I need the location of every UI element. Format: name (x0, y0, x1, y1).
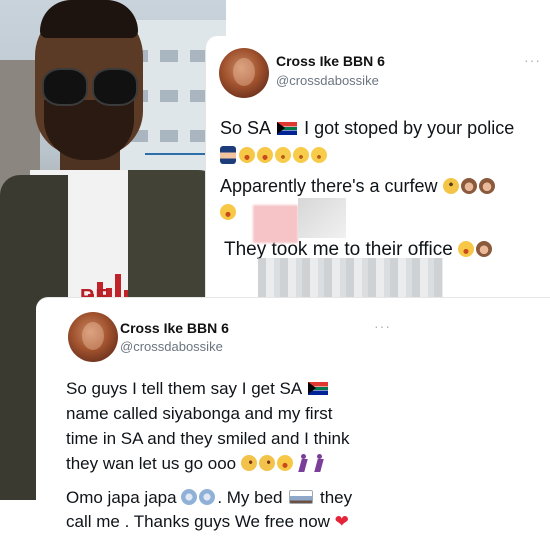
dancing-person-icon (298, 454, 308, 472)
tweet-line: time in SA and they smiled and I think (66, 429, 350, 448)
dashing-away-icon (199, 489, 216, 505)
bed-icon (289, 490, 314, 504)
display-name[interactable]: Cross Ike BBN 6 (276, 53, 385, 69)
grinning-face-icon (311, 147, 327, 163)
pleading-face-icon (442, 178, 459, 194)
emoji-line (220, 202, 238, 223)
handle[interactable]: @crossdabossike (120, 339, 223, 354)
tweet-line: So SA I got stoped by your police (220, 118, 515, 138)
emoji-line (220, 145, 329, 166)
tweet-line: they wan let us go ooo (66, 454, 327, 474)
red-heart-icon: ❤ (334, 512, 349, 531)
hair (40, 0, 138, 38)
tweet-card-2[interactable]: Cross Ike BBN 6 @crossdabossike ··· So g… (36, 297, 550, 540)
south-africa-flag-icon (308, 382, 329, 395)
see-no-evil-monkey-icon (476, 241, 493, 257)
tears-of-joy-icon (220, 204, 236, 220)
handle[interactable]: @crossdabossike (276, 73, 379, 88)
display-name[interactable]: Cross Ike BBN 6 (120, 320, 229, 336)
tweet-line: call me . Thanks guys We free now ❤ (66, 512, 349, 531)
grinning-face-icon (293, 147, 309, 163)
tears-of-joy-icon (458, 241, 475, 257)
tears-of-joy-icon (276, 455, 293, 471)
more-options-icon[interactable]: ··· (374, 318, 391, 334)
avatar[interactable] (219, 48, 269, 98)
see-no-evil-monkey-icon (478, 178, 495, 194)
tears-of-joy-icon (239, 147, 255, 163)
police-officer-icon (220, 146, 236, 164)
see-no-evil-monkey-icon (460, 178, 477, 194)
south-africa-flag-icon (277, 122, 298, 135)
tweet-line: Omo japa japa . My bed they (66, 488, 353, 507)
more-options-icon[interactable]: ··· (524, 52, 541, 68)
zany-face-icon (240, 455, 257, 471)
avatar[interactable] (68, 312, 118, 362)
divider (145, 153, 208, 155)
tweet-line: So guys I tell them say I get SA (66, 379, 330, 399)
tears-of-joy-icon (257, 147, 273, 163)
sunglasses (42, 68, 138, 106)
grinning-face-icon (275, 147, 291, 163)
dashing-away-icon (181, 489, 198, 505)
blur-overlay (258, 258, 443, 302)
blur-overlay (253, 205, 298, 243)
tweet-line: Apparently there's a curfew (220, 176, 497, 197)
tweet-line: name called siyabonga and my first (66, 404, 333, 423)
dancing-person-icon (314, 454, 324, 472)
zany-face-icon (258, 455, 275, 471)
blur-overlay (298, 198, 346, 238)
